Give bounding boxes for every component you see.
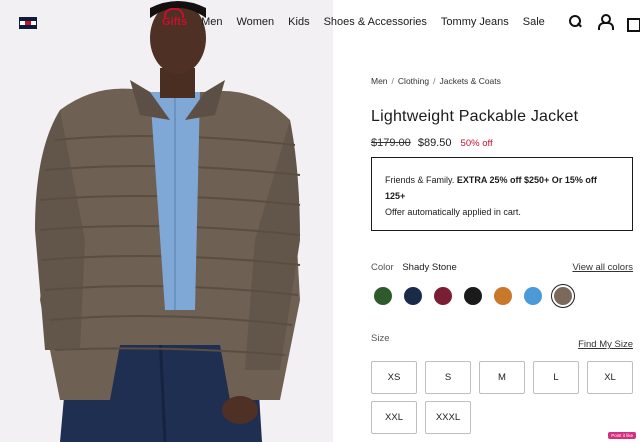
color-swatch[interactable] <box>494 287 512 305</box>
original-price: $179.00 <box>371 137 411 149</box>
color-swatch[interactable] <box>552 285 574 307</box>
nav-link-kids[interactable]: Kids <box>288 16 309 28</box>
nav-icons <box>553 14 640 32</box>
product-image <box>0 0 333 442</box>
product-title: Lightweight Packable Jacket <box>371 108 579 125</box>
size-option[interactable]: XL <box>587 361 633 394</box>
size-label: Size <box>371 333 390 344</box>
nav-link-sale[interactable]: Sale <box>523 16 545 28</box>
discount-label: 50% off <box>460 138 493 149</box>
size-option[interactable]: M <box>479 361 525 394</box>
size-row: Size Find My Size <box>371 333 633 350</box>
color-row: Color Shady Stone View all colors <box>371 262 633 273</box>
color-label: Color <box>371 262 394 273</box>
size-option[interactable]: XS <box>371 361 417 394</box>
breadcrumb: Men / Clothing / Jackets & Coats <box>371 76 501 86</box>
nav-link-men[interactable]: Men <box>201 16 222 28</box>
color-swatches <box>371 285 581 307</box>
product-model-photo <box>0 0 333 442</box>
promo-box: Friends & Family. EXTRA 25% off $250+ Or… <box>371 157 633 231</box>
nav-link-shoes-accessories[interactable]: Shoes & Accessories <box>324 16 427 28</box>
bag-icon[interactable] <box>626 14 640 32</box>
size-option[interactable]: L <box>533 361 579 394</box>
nav-links: Gifts Men Women Kids Shoes & Accessories… <box>162 8 559 28</box>
nav-link-tommy-jeans[interactable]: Tommy Jeans <box>441 16 509 28</box>
color-swatch[interactable] <box>374 287 392 305</box>
top-nav: Gifts Men Women Kids Shoes & Accessories… <box>0 0 640 45</box>
view-all-colors-link[interactable]: View all colors <box>572 262 633 273</box>
size-option[interactable]: XXXL <box>425 401 471 434</box>
breadcrumb-clothing[interactable]: Clothing <box>398 76 429 86</box>
promo-note: Offer automatically applied in cart. <box>385 207 521 217</box>
breadcrumb-jackets-coats[interactable]: Jackets & Coats <box>439 76 500 86</box>
selected-color-name: Shady Stone <box>402 262 457 273</box>
color-swatch[interactable] <box>524 287 542 305</box>
color-swatch[interactable] <box>464 287 482 305</box>
size-option[interactable]: XXL <box>371 401 417 434</box>
nav-link-women[interactable]: Women <box>236 16 274 28</box>
brand-logo[interactable] <box>19 17 37 29</box>
price: $179.00 $89.50 50% off <box>371 137 493 149</box>
color-swatch[interactable] <box>434 287 452 305</box>
sale-price: $89.50 <box>417 137 452 149</box>
breadcrumb-men[interactable]: Men <box>371 76 388 86</box>
search-icon[interactable] <box>568 14 582 28</box>
user-icon[interactable] <box>597 14 614 30</box>
feedback-badge[interactable]: Point it like <box>608 432 636 439</box>
nav-link-gifts[interactable]: Gifts <box>162 8 187 28</box>
promo-lead: Friends & Family. <box>385 175 457 185</box>
find-my-size-link[interactable]: Find My Size <box>578 339 633 350</box>
color-swatch[interactable] <box>404 287 422 305</box>
size-option[interactable]: S <box>425 361 471 394</box>
